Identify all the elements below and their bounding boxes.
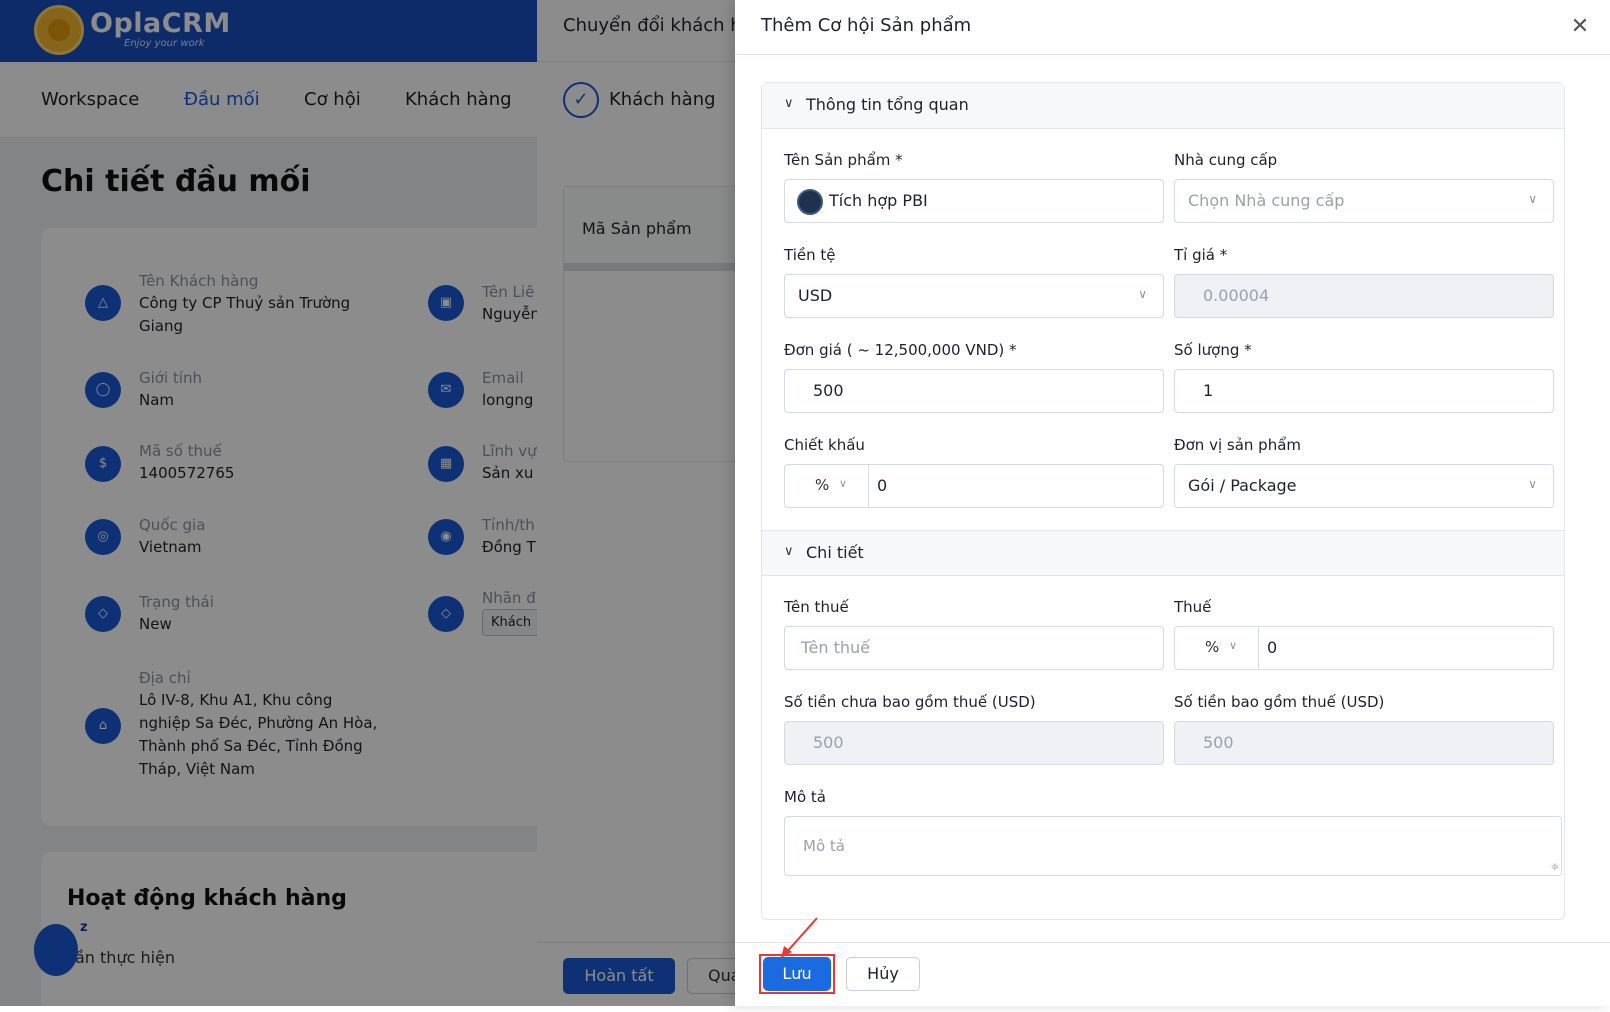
discount-value-input[interactable]: 0: [877, 476, 887, 495]
add-product-opportunity-modal: Thêm Cơ hội Sản phẩm ✕ ∨ Thông tin tổng …: [735, 0, 1610, 1006]
chevron-down-icon: ∨: [784, 544, 794, 559]
tax-type-select[interactable]: % ∨: [1175, 627, 1259, 669]
divider: [735, 54, 1610, 55]
modal-title: Thêm Cơ hội Sản phẩm: [761, 15, 972, 36]
unit-price-value: 500: [813, 381, 844, 400]
quantity-value: 1: [1203, 381, 1214, 400]
tax-field: % ∨ 0: [1174, 626, 1554, 670]
rate-field: 0.00004: [1174, 274, 1554, 318]
product-name-label: Tên Sản phẩm *: [784, 151, 903, 169]
unit-label: Đơn vị sản phẩm: [1174, 436, 1302, 454]
amount-incl-field: 500: [1174, 721, 1554, 765]
background-overlay: [0, 0, 540, 1006]
tax-name-input[interactable]: Tên thuế: [784, 626, 1164, 670]
amount-excl-label: Số tiền chưa bao gồm thuế (USD): [784, 693, 1036, 711]
resize-handle-icon[interactable]: ≑: [1551, 862, 1559, 873]
chevron-down-icon: ∨: [1528, 477, 1537, 491]
currency-select[interactable]: USD ∨: [784, 274, 1164, 318]
tax-label: Thuế: [1174, 598, 1212, 616]
section-overview-title: Thông tin tổng quan: [806, 95, 969, 114]
chevron-down-icon: ∨: [784, 96, 794, 111]
tax-name-placeholder: Tên thuế: [801, 638, 870, 657]
product-form: ∨ Thông tin tổng quan Tên Sản phẩm * Tíc…: [761, 82, 1565, 920]
chevron-down-icon: ∨: [839, 477, 848, 490]
section-detail-title: Chi tiết: [806, 543, 864, 562]
tax-name-label: Tên thuế: [784, 598, 849, 616]
amount-incl-value: 500: [1203, 733, 1234, 752]
quantity-label: Số lượng *: [1174, 341, 1252, 359]
chevron-down-icon: ∨: [1138, 287, 1147, 301]
description-label: Mô tả: [784, 788, 826, 806]
quantity-input[interactable]: 1: [1174, 369, 1554, 413]
save-button-highlight: [759, 954, 835, 994]
section-overview-header[interactable]: ∨ Thông tin tổng quan: [762, 83, 1564, 129]
currency-value: USD: [798, 286, 833, 305]
cancel-button[interactable]: Hủy: [846, 957, 920, 991]
unit-value: Gói / Package: [1188, 476, 1297, 495]
rate-label: Tỉ giá *: [1174, 246, 1228, 264]
supplier-label: Nhà cung cấp: [1174, 151, 1278, 169]
description-placeholder: Mô tả: [803, 837, 845, 855]
divider: [735, 942, 1610, 943]
supplier-select[interactable]: Chọn Nhà cung cấp ∨: [1174, 179, 1554, 223]
section-detail-header[interactable]: ∨ Chi tiết: [762, 530, 1564, 576]
product-name-field[interactable]: Tích hợp PBI: [784, 179, 1164, 223]
discount-label: Chiết khấu: [784, 436, 865, 454]
tax-type-value: %: [1205, 638, 1220, 656]
unit-select[interactable]: Gói / Package ∨: [1174, 464, 1554, 508]
currency-label: Tiền tệ: [784, 246, 836, 264]
tax-value-input[interactable]: 0: [1267, 638, 1277, 657]
product-avatar: [797, 189, 823, 215]
amount-excl-value: 500: [813, 733, 844, 752]
drawer-overlay: [537, 0, 737, 1006]
discount-type-select[interactable]: % ∨: [785, 465, 869, 507]
chevron-down-icon: ∨: [1528, 192, 1537, 206]
rate-value: 0.00004: [1203, 286, 1270, 305]
amount-incl-label: Số tiền bao gồm thuế (USD): [1174, 693, 1385, 711]
product-name-value: Tích hợp PBI: [829, 191, 928, 210]
unit-price-input[interactable]: 500: [784, 369, 1164, 413]
chevron-down-icon: ∨: [1229, 639, 1238, 652]
unit-price-label: Đơn giá ( ~ 12,500,000 VND) *: [784, 341, 1017, 359]
discount-type-value: %: [815, 476, 830, 494]
discount-field: % ∨ 0: [784, 464, 1164, 508]
supplier-placeholder: Chọn Nhà cung cấp: [1188, 191, 1345, 210]
close-icon[interactable]: ✕: [1567, 14, 1593, 40]
amount-excl-field: 500: [784, 721, 1164, 765]
description-textarea[interactable]: Mô tả ≑: [784, 816, 1562, 876]
